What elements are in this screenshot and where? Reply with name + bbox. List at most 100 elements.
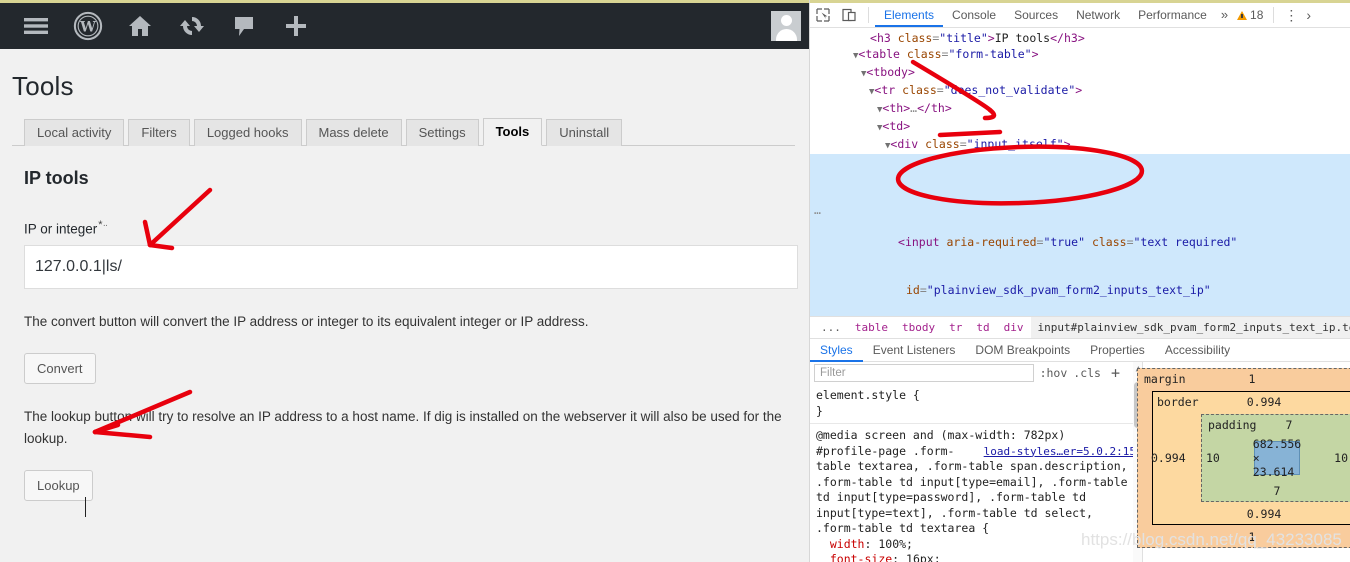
tab-tools[interactable]: Tools xyxy=(482,118,543,146)
box-model-margin[interactable]: margin 1 1 border 0.994 0.994 0.994 0.99… xyxy=(1137,368,1350,548)
breadcrumb-item-tbody[interactable]: tbody xyxy=(895,317,942,338)
tab-settings[interactable]: Settings xyxy=(405,119,479,146)
screenshot-root: W Tools Local activity Filters Logged ho… xyxy=(0,0,1350,562)
wordpress-logo-icon[interactable]: W xyxy=(62,3,114,49)
avatar[interactable] xyxy=(763,3,809,49)
subtab-event-listeners[interactable]: Event Listeners xyxy=(863,339,966,362)
devtools-toolbar: Elements Console Sources Network Perform… xyxy=(810,3,1350,28)
dom-tree-line[interactable]: ▼<div class="input_itself"> xyxy=(810,136,1350,154)
css-value-font-size[interactable]: 16px; xyxy=(906,552,941,562)
element-style-rule[interactable]: element.style { } xyxy=(810,384,1142,424)
breadcrumb-item-tr[interactable]: tr xyxy=(942,317,969,338)
box-padding-bottom[interactable]: 7 xyxy=(1274,484,1281,498)
dom-tree[interactable]: <h3 class="title">IP tools</h3> ▼<table c… xyxy=(810,28,1350,316)
element-style-open: element.style { xyxy=(816,388,920,402)
inspect-element-icon[interactable] xyxy=(810,3,836,27)
menu-icon[interactable] xyxy=(10,3,62,49)
css-value-width[interactable]: 100%; xyxy=(878,537,913,551)
dom-tree-line[interactable]: ▼<td> xyxy=(810,118,1350,136)
tab-sources[interactable]: Sources xyxy=(1005,3,1067,27)
breadcrumb-item-div[interactable]: div xyxy=(997,317,1031,338)
box-margin-label: margin xyxy=(1144,372,1186,386)
box-model-border[interactable]: border 0.994 0.994 0.994 0.994 padding 7… xyxy=(1151,391,1350,525)
warning-triangle-icon xyxy=(1237,10,1248,20)
node-ellipsis: … xyxy=(814,203,821,217)
new-content-icon[interactable] xyxy=(270,3,322,49)
svg-text:W: W xyxy=(79,20,96,36)
wp-admin-bar: W xyxy=(0,3,809,49)
box-border-top[interactable]: 0.994 xyxy=(1247,395,1282,409)
styles-and-boxmodel: Filter :hov .cls + element.style { } @me… xyxy=(810,362,1350,562)
box-border-left[interactable]: 0.994 xyxy=(1151,451,1186,465)
more-tabs-icon[interactable]: » xyxy=(1216,3,1233,27)
box-margin-bottom[interactable]: 1 xyxy=(1249,530,1256,544)
media-query-text: @media screen and (max-width: 782px) xyxy=(816,428,1066,442)
tab-local-activity[interactable]: Local activity xyxy=(24,119,125,146)
page-title: Tools xyxy=(12,71,74,101)
subtab-styles[interactable]: Styles xyxy=(810,339,863,362)
box-model-padding[interactable]: padding 7 7 10 10 682.556 × 23.614 xyxy=(1201,414,1350,502)
subtab-accessibility[interactable]: Accessibility xyxy=(1155,339,1240,362)
dom-selected-node[interactable]: … <input aria-required="true" class="tex… xyxy=(810,154,1350,316)
close-icon[interactable]: › xyxy=(1302,3,1315,27)
tab-filters[interactable]: Filters xyxy=(128,119,190,146)
required-dots: ·· xyxy=(102,220,109,231)
ip-input-wrapper xyxy=(12,244,798,517)
tab-console[interactable]: Console xyxy=(943,3,1005,27)
dom-tree-line[interactable]: ▼<tr class="does_not_validate"> xyxy=(810,82,1350,100)
dom-tree-line[interactable]: ▼<th>…</th> xyxy=(810,100,1350,118)
dom-tree-line[interactable]: ▼<tbody> xyxy=(810,64,1350,82)
comments-icon[interactable] xyxy=(218,3,270,49)
wp-content-body: Tools Local activity Filters Logged hook… xyxy=(0,49,809,517)
tab-logged-hooks[interactable]: Logged hooks xyxy=(193,119,302,146)
convert-button[interactable]: Convert xyxy=(24,352,96,384)
lookup-button[interactable]: Lookup xyxy=(24,469,93,501)
nav-tab-wrapper: Local activity Filters Logged hooks Mass… xyxy=(12,116,795,146)
box-model-content[interactable]: 682.556 × 23.614 xyxy=(1253,437,1301,479)
breadcrumb: ... table tbody tr td div input#plainvie… xyxy=(810,316,1350,338)
device-toolbar-icon[interactable] xyxy=(836,3,862,27)
dom-tree-line[interactable]: ▼<table class="form-table"> xyxy=(810,46,1350,64)
tab-elements[interactable]: Elements xyxy=(875,3,944,27)
media-rule-block[interactable]: @media screen and (max-width: 782px) load… xyxy=(810,424,1142,562)
breadcrumb-item-table[interactable]: table xyxy=(848,317,895,338)
tab-performance[interactable]: Performance xyxy=(1129,3,1216,27)
wordpress-admin-pane: W Tools Local activity Filters Logged ho… xyxy=(0,0,810,562)
updates-icon[interactable] xyxy=(166,3,218,49)
box-model-diagram: margin 1 1 border 0.994 0.994 0.994 0.99… xyxy=(1137,362,1350,562)
devtools-pane: Elements Console Sources Network Perform… xyxy=(810,0,1350,562)
lookup-description: The lookup button will try to resolve an… xyxy=(24,408,782,446)
hov-toggle[interactable]: :hov xyxy=(1040,366,1068,380)
text-caret xyxy=(85,496,86,517)
box-padding-left[interactable]: 10 xyxy=(1206,451,1220,465)
tab-mass-delete[interactable]: Mass delete xyxy=(305,119,402,146)
home-icon[interactable] xyxy=(114,3,166,49)
section-title: IP tools xyxy=(24,168,89,188)
warning-count-badge[interactable]: 18 xyxy=(1233,8,1267,22)
box-padding-top[interactable]: 7 xyxy=(1286,418,1293,432)
tab-network[interactable]: Network xyxy=(1067,3,1129,27)
ip-input[interactable] xyxy=(24,244,798,289)
stylesheet-source-link[interactable]: load-styles…er=5.0.2:15 xyxy=(984,444,1136,460)
toolbar-divider xyxy=(868,7,869,23)
css-prop-font-size[interactable]: font-size xyxy=(830,552,892,562)
toolbar-divider-2 xyxy=(1273,7,1275,23)
box-border-bottom[interactable]: 0.994 xyxy=(1247,507,1282,521)
tab-uninstall[interactable]: Uninstall xyxy=(546,119,623,146)
css-prop-width[interactable]: width xyxy=(830,537,865,551)
subtab-properties[interactable]: Properties xyxy=(1080,339,1155,362)
styles-filter-input[interactable]: Filter xyxy=(814,364,1034,382)
warning-count-label: 18 xyxy=(1250,8,1264,22)
box-padding-right[interactable]: 10 xyxy=(1334,451,1348,465)
dom-tree-line[interactable]: <h3 class="title">IP tools</h3> xyxy=(810,30,1350,46)
new-style-rule-button[interactable]: + xyxy=(1107,364,1124,382)
breadcrumb-item-input[interactable]: input#plainview_sdk_pvam_form2_inputs_te… xyxy=(1030,317,1350,338)
kebab-menu-icon[interactable]: ⋮ xyxy=(1280,3,1302,27)
box-padding-label: padding xyxy=(1208,418,1257,432)
breadcrumb-item-td[interactable]: td xyxy=(969,317,996,338)
subtab-dom-breakpoints[interactable]: DOM Breakpoints xyxy=(965,339,1080,362)
breadcrumb-item-ellipsis[interactable]: ... xyxy=(814,317,848,338)
box-margin-top[interactable]: 1 xyxy=(1249,372,1256,386)
cls-toggle[interactable]: .cls xyxy=(1073,366,1101,380)
styles-filter-row: Filter :hov .cls + xyxy=(810,362,1142,384)
